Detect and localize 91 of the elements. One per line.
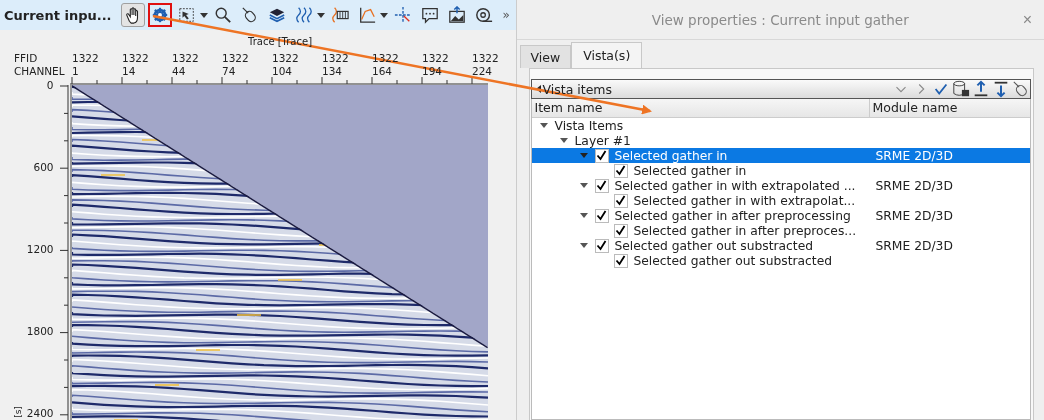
tick-label: 1322 xyxy=(72,52,99,64)
expand-arrow-icon[interactable] xyxy=(579,213,588,218)
chart-curve-icon xyxy=(357,6,376,24)
expand-arrow-icon[interactable] xyxy=(559,138,568,143)
dialog-title: View properties : Current input gather xyxy=(651,11,909,28)
tree-row[interactable]: Selected gather in after preproces... xyxy=(531,223,1030,238)
column-header[interactable]: Item name xyxy=(531,99,870,117)
tick-label: 1322 xyxy=(272,52,299,64)
mouse-icon xyxy=(240,6,259,24)
caret-icon[interactable] xyxy=(199,12,208,18)
item-name: Selected gather in with extrapolated ... xyxy=(614,178,856,193)
tab[interactable]: Vista(s) xyxy=(571,42,643,68)
caret-icon[interactable] xyxy=(379,12,388,18)
tick-label: 1322 xyxy=(322,52,349,64)
export-image-icon xyxy=(447,6,466,24)
view-title: Current inpu... xyxy=(4,7,112,23)
upload-icon[interactable] xyxy=(972,80,990,98)
crosshair-icon xyxy=(393,6,412,24)
item-name: Selected gather in with extrapolat... xyxy=(633,193,856,208)
tick-label: 2400 xyxy=(26,407,54,419)
item-name: Selected gather out substracted xyxy=(633,253,833,268)
tick-label: 224 xyxy=(472,65,493,77)
tree-row[interactable]: Layer #1 xyxy=(531,133,1030,148)
tick-label: 164 xyxy=(372,65,393,77)
expand-arrow-icon[interactable] xyxy=(579,153,588,158)
tick-label: 1200 xyxy=(26,243,54,255)
gear-tool-button[interactable] xyxy=(147,3,172,27)
tick-label: 1800 xyxy=(26,325,54,337)
module-name: SRME 2D/3D xyxy=(874,178,953,193)
axis-header-label: FFID xyxy=(14,52,38,64)
tick-label: 1322 xyxy=(122,52,149,64)
column-header[interactable]: Module name xyxy=(869,99,961,117)
module-name: SRME 2D/3D xyxy=(874,238,953,253)
checkbox[interactable] xyxy=(594,208,609,223)
layers-icon xyxy=(267,6,286,24)
module-name: SRME 2D/3D xyxy=(874,208,953,223)
tick-label: 1322 xyxy=(172,52,199,64)
comment-icon xyxy=(420,6,439,24)
tick-label: 1 xyxy=(72,65,79,77)
tick-label: 1322 xyxy=(222,52,249,64)
tick-label: 1322 xyxy=(422,52,449,64)
search-icon xyxy=(213,6,232,24)
checkbox[interactable] xyxy=(594,238,609,253)
tick-label: 104 xyxy=(272,65,293,77)
tape-measure-icon xyxy=(474,6,493,24)
item-name: Selected gather in xyxy=(614,148,728,163)
tab[interactable]: View xyxy=(519,45,572,68)
tree-row[interactable]: Selected gather in xyxy=(531,163,1030,178)
more-tools-button[interactable]: » xyxy=(502,8,510,22)
caret-icon[interactable] xyxy=(316,12,325,18)
item-name: Vista Items xyxy=(554,118,624,133)
wiggle-traces-icon xyxy=(294,6,313,24)
tree-row[interactable]: Selected gather out substracted SRME 2D/3D xyxy=(531,238,1030,253)
expand-arrow-icon[interactable] xyxy=(579,183,588,188)
axis-unit-label: [s] xyxy=(12,406,23,418)
checkbox[interactable] xyxy=(594,178,609,193)
checkbox[interactable] xyxy=(613,193,628,208)
module-name: SRME 2D/3D xyxy=(874,148,953,163)
trace-grid-icon xyxy=(330,6,349,24)
item-name: Selected gather in after preprocessing xyxy=(614,208,851,223)
tick-label: 44 xyxy=(172,65,186,77)
item-name: Selected gather out substracted xyxy=(614,238,814,253)
axis-header-label: CHANNEL xyxy=(14,65,65,77)
checkbox[interactable] xyxy=(613,163,628,178)
tree-row[interactable]: Selected gather in SRME 2D/3D xyxy=(531,148,1030,163)
expand-arrow-icon[interactable] xyxy=(539,123,548,128)
tree-row[interactable]: Selected gather in after preprocessing SRME 2D/3D xyxy=(531,208,1030,223)
tick-label: 14 xyxy=(122,65,136,77)
tick-label: 134 xyxy=(322,65,343,77)
tick-label: 74 xyxy=(222,65,236,77)
tree-row[interactable]: Selected gather out substracted xyxy=(531,253,1030,268)
item-name: Layer #1 xyxy=(574,133,631,148)
checkbox[interactable] xyxy=(594,148,609,163)
selection-cursor-icon xyxy=(177,6,196,24)
expand-arrow-icon[interactable] xyxy=(579,243,588,248)
hand-tool-button[interactable] xyxy=(120,3,145,27)
tree-row[interactable]: Selected gather in with extrapolat... xyxy=(531,193,1030,208)
tree-row[interactable]: Vista Items xyxy=(531,118,1030,133)
tick-label: 1322 xyxy=(472,52,499,64)
gear-icon xyxy=(150,6,169,24)
checkbox[interactable] xyxy=(613,223,628,238)
mouse-icon[interactable] xyxy=(1012,80,1030,98)
tick-label: 0 xyxy=(46,79,54,91)
tree-row[interactable]: Selected gather in with extrapolated ... SRME 2D/3D xyxy=(531,178,1030,193)
panel-title: Vista items xyxy=(542,81,614,97)
database-lock-icon[interactable] xyxy=(952,80,970,98)
item-name: Selected gather in after preproces... xyxy=(633,223,857,238)
tick-label: 600 xyxy=(33,161,54,173)
item-name: Selected gather in xyxy=(633,163,747,178)
download-icon[interactable] xyxy=(992,80,1010,98)
checkbox[interactable] xyxy=(613,253,628,268)
